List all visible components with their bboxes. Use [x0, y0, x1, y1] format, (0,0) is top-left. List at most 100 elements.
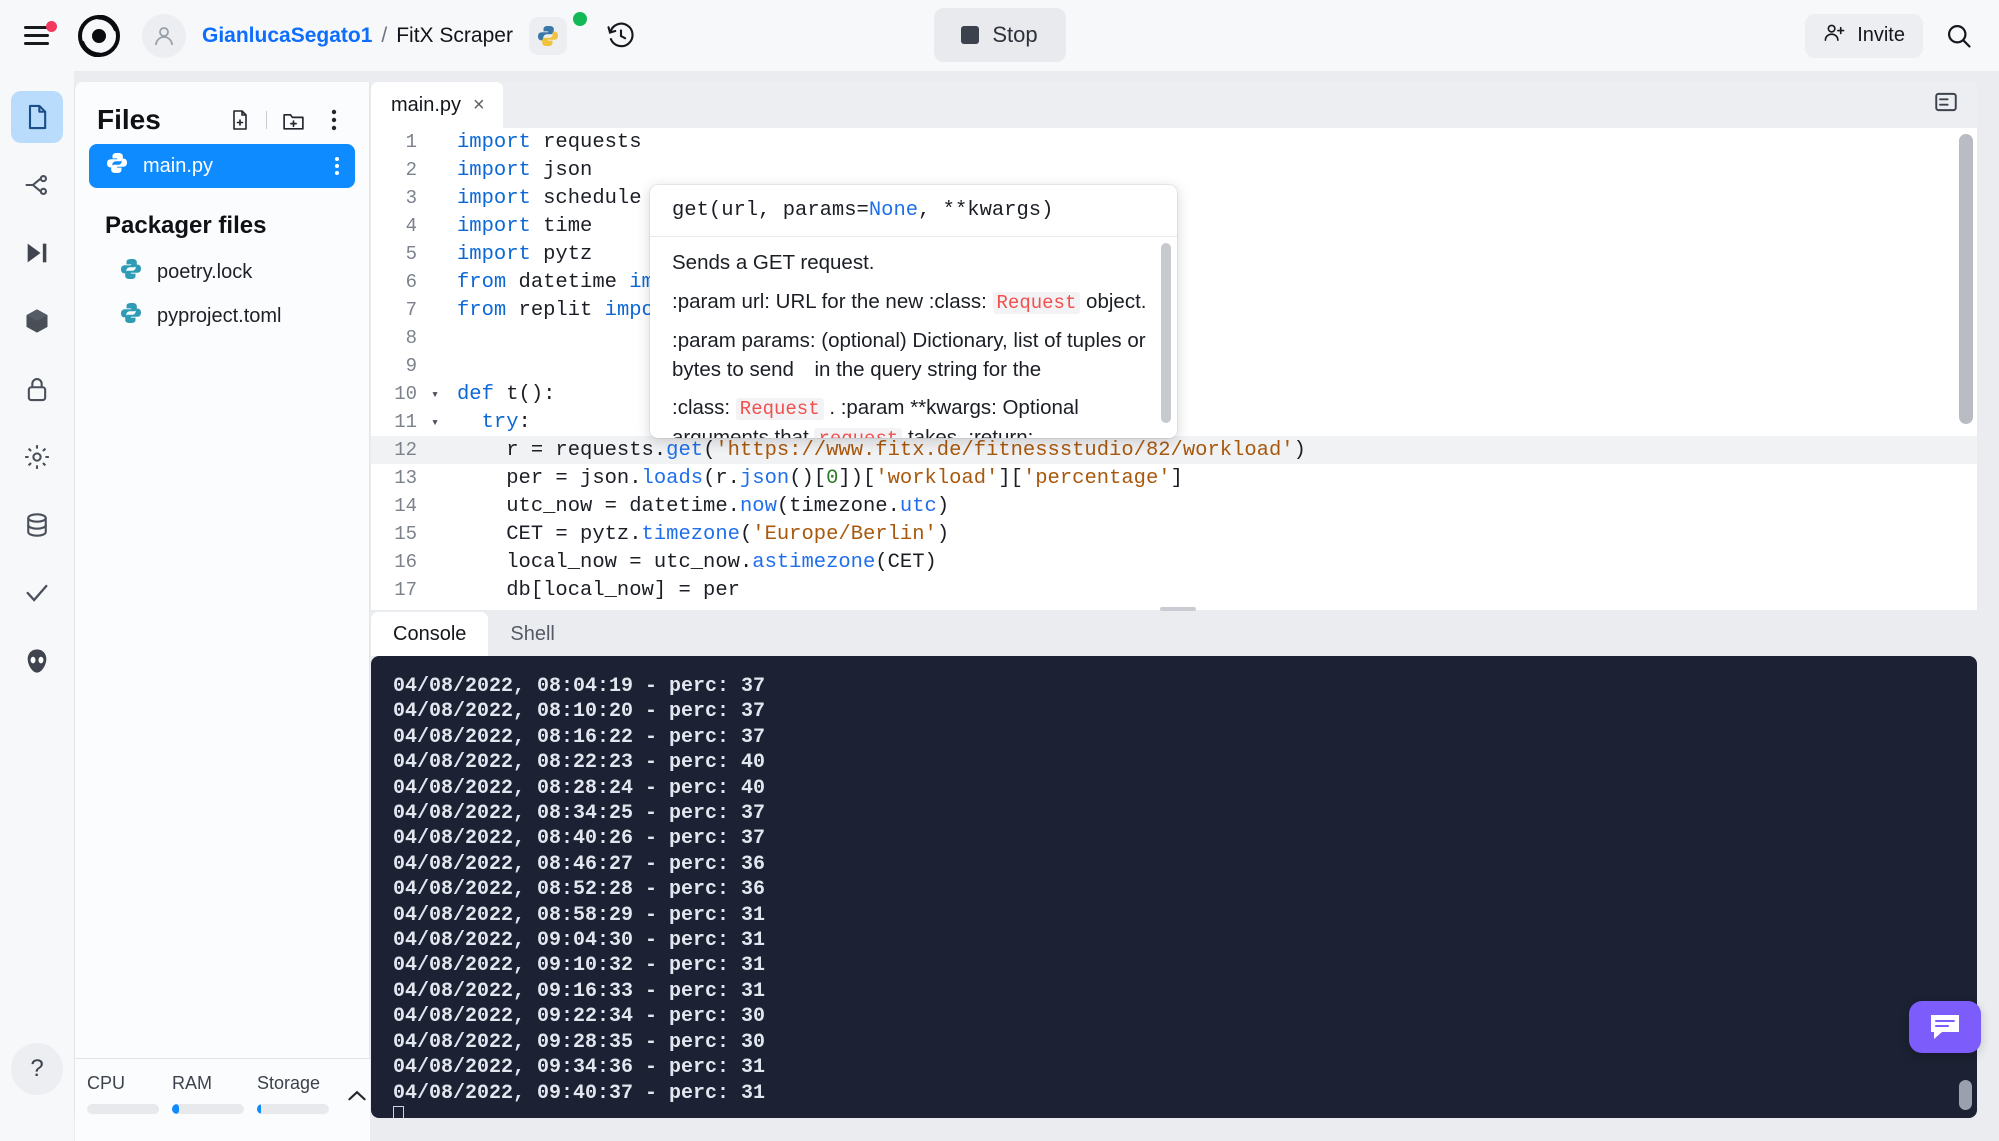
- new-file-icon[interactable]: [225, 105, 255, 135]
- file-item-poetry-lock[interactable]: poetry.lock: [103, 250, 355, 294]
- new-folder-icon[interactable]: [278, 105, 308, 135]
- tooltip-signature-pre: get(url, params=: [672, 199, 869, 222]
- sidebar-item-debugger[interactable]: [11, 227, 63, 279]
- stop-button[interactable]: Stop: [933, 8, 1066, 62]
- avatar[interactable]: [142, 13, 186, 58]
- console-line: 04/08/2022, 08:46:27 - perc: 36: [393, 852, 766, 876]
- kebab-menu-icon[interactable]: [319, 105, 349, 135]
- tooltip-scrollbar[interactable]: [1161, 243, 1171, 423]
- console-line: 04/08/2022, 09:16:33 - perc: 31: [393, 979, 766, 1003]
- console-line: 04/08/2022, 08:34:25 - perc: 37: [393, 802, 766, 826]
- replit-logo-icon[interactable]: [78, 14, 120, 57]
- chevron-up-icon[interactable]: [344, 1083, 370, 1114]
- tooltip-paragraph: :param url: URL for the new :class: Requ…: [672, 289, 1147, 314]
- line-number: 10: [394, 383, 417, 405]
- chat-bubble-icon[interactable]: [1909, 1001, 1981, 1053]
- code-line: 1 import requests: [371, 128, 1977, 156]
- tooltip-paragraph: Sends a GET request.: [672, 251, 875, 274]
- help-button[interactable]: ?: [11, 1043, 63, 1095]
- fold-arrow-icon[interactable]: ▾: [427, 387, 443, 402]
- hamburger-menu-icon[interactable]: [24, 19, 58, 53]
- code-line: 2 import json: [371, 156, 1977, 184]
- resource-cpu-label: CPU: [87, 1073, 126, 1093]
- python-logo-icon[interactable]: [528, 16, 567, 55]
- sidebar-item-version-control[interactable]: [11, 159, 63, 211]
- history-clock-icon[interactable]: [603, 18, 639, 54]
- code-text: import json: [457, 158, 593, 182]
- search-icon[interactable]: [1937, 14, 1981, 58]
- breadcrumb-username[interactable]: GianlucaSegato1: [202, 24, 372, 48]
- code-text: try:: [481, 410, 531, 434]
- sidebar-item-packages[interactable]: [11, 295, 63, 347]
- status-online-indicator: [572, 12, 587, 26]
- line-number: 6: [405, 271, 417, 293]
- code-text: import schedule: [457, 186, 642, 210]
- editor-layout-icon[interactable]: [1933, 89, 1977, 128]
- line-number: 2: [405, 159, 417, 181]
- code-text: import pytz: [457, 242, 593, 266]
- tooltip-docstring: Sends a GET request. :param url: URL for …: [650, 237, 1177, 438]
- toolbar-divider: [266, 111, 267, 129]
- console-scrollbar[interactable]: [1959, 1080, 1972, 1110]
- resource-cpu-bar: [87, 1104, 159, 1114]
- files-panel-actions: [225, 105, 349, 135]
- function-signature-tooltip: get(url, params=None, **kwargs) Sends a …: [650, 185, 1177, 438]
- line-number: 11: [394, 411, 417, 433]
- line-number: 15: [394, 523, 417, 545]
- sidebar-item-nix-extensions[interactable]: [11, 635, 63, 687]
- tooltip-paragraph: :param params: (optional) Dictionary, li…: [672, 329, 1146, 381]
- person-add-icon: [1823, 21, 1846, 50]
- notification-dot: [46, 20, 57, 32]
- file-item-more-icon[interactable]: [335, 157, 339, 175]
- sidebar-item-settings[interactable]: [11, 431, 63, 483]
- resource-storage-bar: [257, 1104, 329, 1114]
- file-item-label: poetry.lock: [157, 260, 253, 283]
- line-number: 13: [394, 467, 417, 489]
- console-line: 04/08/2022, 09:04:30 - perc: 31: [393, 929, 766, 953]
- line-number: 7: [405, 299, 417, 321]
- sidebar-item-secrets[interactable]: [11, 363, 63, 415]
- close-icon[interactable]: ×: [473, 95, 485, 115]
- console-line: 04/08/2022, 08:22:23 - perc: 40: [393, 751, 766, 775]
- editor-scrollbar[interactable]: [1959, 134, 1973, 424]
- line-number: 1: [405, 131, 417, 153]
- code-line: 13 per = json.loads(r.json()[0])['worklo…: [371, 464, 1977, 492]
- top-bar-right: Invite: [1805, 13, 1981, 58]
- tab-main-py[interactable]: main.py ×: [371, 82, 503, 128]
- file-item-main-py[interactable]: main.py: [89, 144, 355, 188]
- console-line: 04/08/2022, 08:04:19 - perc: 37: [393, 675, 766, 698]
- line-number: 9: [405, 355, 417, 377]
- line-number: 5: [405, 243, 417, 265]
- tab-shell[interactable]: Shell: [488, 612, 576, 656]
- console-panel: Console Shell 04/08/2022, 08:04:19 - per…: [371, 612, 1977, 1118]
- resource-ram-label: RAM: [172, 1073, 212, 1093]
- console-tab-bar: Console Shell: [371, 612, 1977, 656]
- line-number: 12: [394, 439, 417, 461]
- fold-arrow-icon[interactable]: ▾: [427, 415, 443, 430]
- console-line: 04/08/2022, 09:28:35 - perc: 30: [393, 1030, 766, 1054]
- code-line: 15 CET = pytz.timezone('Europe/Berlin'): [371, 520, 1977, 548]
- sidebar-item-files[interactable]: [11, 91, 63, 143]
- code-text: import requests: [457, 130, 642, 154]
- python-file-icon: [105, 151, 129, 181]
- invite-button[interactable]: Invite: [1805, 13, 1923, 58]
- resource-usage-bar: CPU RAM Storage: [75, 1058, 370, 1141]
- code-text: per = json.loads(r.json()[0])['workload'…: [506, 466, 1183, 490]
- code-text: db[local_now] = per: [506, 578, 740, 602]
- tooltip-signature-default: None: [868, 199, 919, 222]
- panel-splitter-handle[interactable]: [1160, 607, 1196, 611]
- resource-cpu: CPU: [87, 1073, 172, 1114]
- console-output[interactable]: 04/08/2022, 08:04:19 - perc: 37 04/08/202…: [371, 656, 1977, 1118]
- tooltip-signature-post: , **kwargs): [918, 199, 1054, 222]
- tab-console[interactable]: Console: [371, 612, 489, 656]
- replit-ide-window: GianlucaSegato1 / FitX Scraper Stop Invi…: [0, 0, 1999, 1141]
- sidebar-item-database[interactable]: [11, 499, 63, 551]
- code-text: r = requests.get('https://www.fitx.de/fi…: [506, 438, 1306, 462]
- console-line: 04/08/2022, 08:16:22 - perc: 37: [393, 725, 766, 749]
- resource-storage: Storage: [257, 1073, 342, 1114]
- sidebar-item-unit-tests[interactable]: [11, 567, 63, 619]
- file-item-pyproject-toml[interactable]: pyproject.toml: [103, 294, 355, 338]
- code-text: from datetime impo: [457, 270, 678, 294]
- breadcrumb-repl-name[interactable]: FitX Scraper: [396, 24, 513, 48]
- line-number: 8: [405, 327, 417, 349]
